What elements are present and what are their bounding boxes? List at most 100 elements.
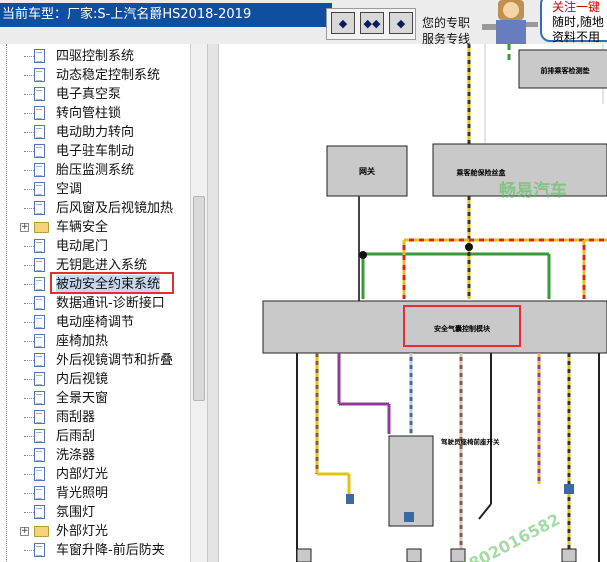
tree-connector <box>24 493 34 494</box>
tree-item[interactable]: 氛围灯 <box>0 503 190 522</box>
wiring-diagram: 前排乘客检测垫 网关 乘客舱保险丝盒 畅易汽车 安全气囊控制模块 驾驶员座椅前座… <box>262 44 607 562</box>
document-icon <box>34 296 45 310</box>
document-icon <box>34 68 45 82</box>
system-tree: 四驱控制系统 动态稳定控制系统电子真空泵转向管柱锁电动助力转向 电子驻车制动 胎压监测… <box>0 44 190 562</box>
tree-item-label: 后雨刮 <box>56 429 96 444</box>
document-icon <box>34 410 45 424</box>
svg-text:网关: 网关 <box>359 166 375 176</box>
tree-item[interactable]: 背光照明 <box>0 484 190 503</box>
tree-item-label: 电子真空泵 <box>56 87 122 102</box>
watermark-brand: 畅易汽车 <box>499 180 567 201</box>
tree-item[interactable]: 胎压监测系统 <box>0 161 190 180</box>
tree-connector <box>24 56 34 57</box>
wiring-diagram-pane[interactable]: 前排乘客检测垫 网关 乘客舱保险丝盒 畅易汽车 安全气囊控制模块 驾驶员座椅前座… <box>219 44 607 562</box>
top-module-box: 前排乘客检测垫 <box>518 49 607 89</box>
tree-item[interactable]: 电子驻车制动 <box>0 142 190 161</box>
pane-splitter[interactable] <box>207 44 219 562</box>
tree-item[interactable]: 外后视镜调节和折叠 <box>0 351 190 370</box>
svg-text:安全气囊控制模块: 安全气囊控制模块 <box>434 324 491 333</box>
tree-item-label: 车辆安全 <box>56 220 109 235</box>
promo-callout[interactable]: 关注一键 随时,随地 资料不用 <box>540 0 607 44</box>
selected-item-highlight <box>50 272 174 294</box>
tree-item[interactable]: 空调 <box>0 180 190 199</box>
tree-item-label: 电动助力转向 <box>56 125 135 140</box>
tree-connector <box>24 379 34 380</box>
tree-item[interactable]: 内部灯光 <box>0 465 190 484</box>
tree-scrollbar[interactable] <box>190 44 207 562</box>
document-icon <box>34 448 45 462</box>
tree-connector <box>24 208 34 209</box>
tree-connector <box>24 512 34 513</box>
tree-item[interactable]: 转向管柱锁 <box>0 104 190 123</box>
tree-connector <box>24 436 34 437</box>
tree-item[interactable]: 雨刮器 <box>0 408 190 427</box>
tree-item[interactable]: 电动助力转向 <box>0 123 190 142</box>
first-page-button[interactable]: ◆ <box>331 12 355 34</box>
tree-item-label: 数据通讯-诊断接口 <box>56 296 165 311</box>
prev-next-button[interactable]: ◆◆ <box>360 12 384 34</box>
first-page-icon: ◆ <box>338 16 348 30</box>
tree-item-label: 外部灯光 <box>56 524 109 539</box>
expand-icon[interactable]: + <box>20 527 29 536</box>
tree-item[interactable]: 电动尾门 <box>0 237 190 256</box>
document-icon <box>34 201 45 215</box>
current-model-title: 当前车型：厂家:S-上汽名爵HS2018-2019 <box>0 3 332 27</box>
document-icon <box>34 49 45 63</box>
svg-text:畅易汽车: 畅易汽车 <box>499 180 567 201</box>
tree-connector <box>24 151 34 152</box>
tree-item-label: 后风窗及后视镜加热 <box>56 201 174 216</box>
expand-icon[interactable]: + <box>20 223 29 232</box>
tree-connector <box>24 132 34 133</box>
last-page-icon: ◆ <box>396 16 406 30</box>
tree-item[interactable]: 数据通讯-诊断接口 <box>0 294 190 313</box>
tree-item-label: 胎压监测系统 <box>56 163 135 178</box>
tree-item-label: 电动座椅调节 <box>56 315 135 330</box>
tree-connector <box>24 284 34 285</box>
tree-connector <box>24 474 34 475</box>
tree-item[interactable]: 全景天窗 <box>0 389 190 408</box>
tree-folder[interactable]: + 外部灯光 <box>0 522 190 541</box>
tree-folder[interactable]: + 车辆安全 <box>0 218 190 237</box>
tree-item[interactable]: 后风窗及后视镜加热 <box>0 199 190 218</box>
tree-item[interactable]: 电动座椅调节 <box>0 313 190 332</box>
gateway-box: 网关 <box>326 145 408 197</box>
tree-item[interactable]: 内后视镜 <box>0 370 190 389</box>
tree-connector <box>24 322 34 323</box>
tree-item-label: 转向管柱锁 <box>56 106 122 121</box>
airbag-control-module: 安全气囊控制模块 <box>262 300 607 354</box>
document-icon <box>34 106 45 120</box>
tree-item-label: 内部灯光 <box>56 467 109 482</box>
tree-item[interactable]: 座椅加热 <box>0 332 190 351</box>
tree-item[interactable]: 四驱控制系统 <box>0 47 190 66</box>
document-icon <box>34 87 45 101</box>
document-icon <box>34 372 45 386</box>
tree-connector <box>24 341 34 342</box>
tree-item[interactable]: 电子真空泵 <box>0 85 190 104</box>
document-icon <box>34 429 45 443</box>
tree-item-label: 车窗升降-前后防夹 <box>56 543 165 558</box>
tree-item[interactable]: 动态稳定控制系统 <box>0 66 190 85</box>
tree-item[interactable]: 洗涤器 <box>0 446 190 465</box>
document-icon <box>34 486 45 500</box>
tree-item-label: 雨刮器 <box>56 410 96 425</box>
tree-item[interactable]: 车窗升降-前后防夹 <box>0 541 190 560</box>
document-icon <box>34 239 45 253</box>
mascot-image <box>482 0 538 44</box>
document-icon <box>34 163 45 177</box>
document-icon <box>34 277 45 291</box>
tree-item-label: 外后视镜调节和折叠 <box>56 353 174 368</box>
tree-item-label: 电动尾门 <box>56 239 109 254</box>
document-icon <box>34 391 45 405</box>
tree-item[interactable]: 后雨刮 <box>0 427 190 446</box>
document-icon <box>34 182 45 196</box>
tree-item-label: 氛围灯 <box>56 505 96 520</box>
top-toolbar: 当前车型：厂家:S-上汽名爵HS2018-2019 ◆ ◆◆ ◆ 您的专职 服务… <box>0 0 607 44</box>
tree-item-label: 电子驻车制动 <box>56 144 135 159</box>
document-icon <box>34 144 45 158</box>
last-page-button[interactable]: ◆ <box>389 12 413 34</box>
service-hotline-text: 您的专职 服务专线 <box>422 16 471 44</box>
tree-connector <box>24 265 34 266</box>
document-icon <box>34 543 45 557</box>
tree-connector <box>24 75 34 76</box>
tree-scrollbar-thumb[interactable] <box>193 196 205 401</box>
